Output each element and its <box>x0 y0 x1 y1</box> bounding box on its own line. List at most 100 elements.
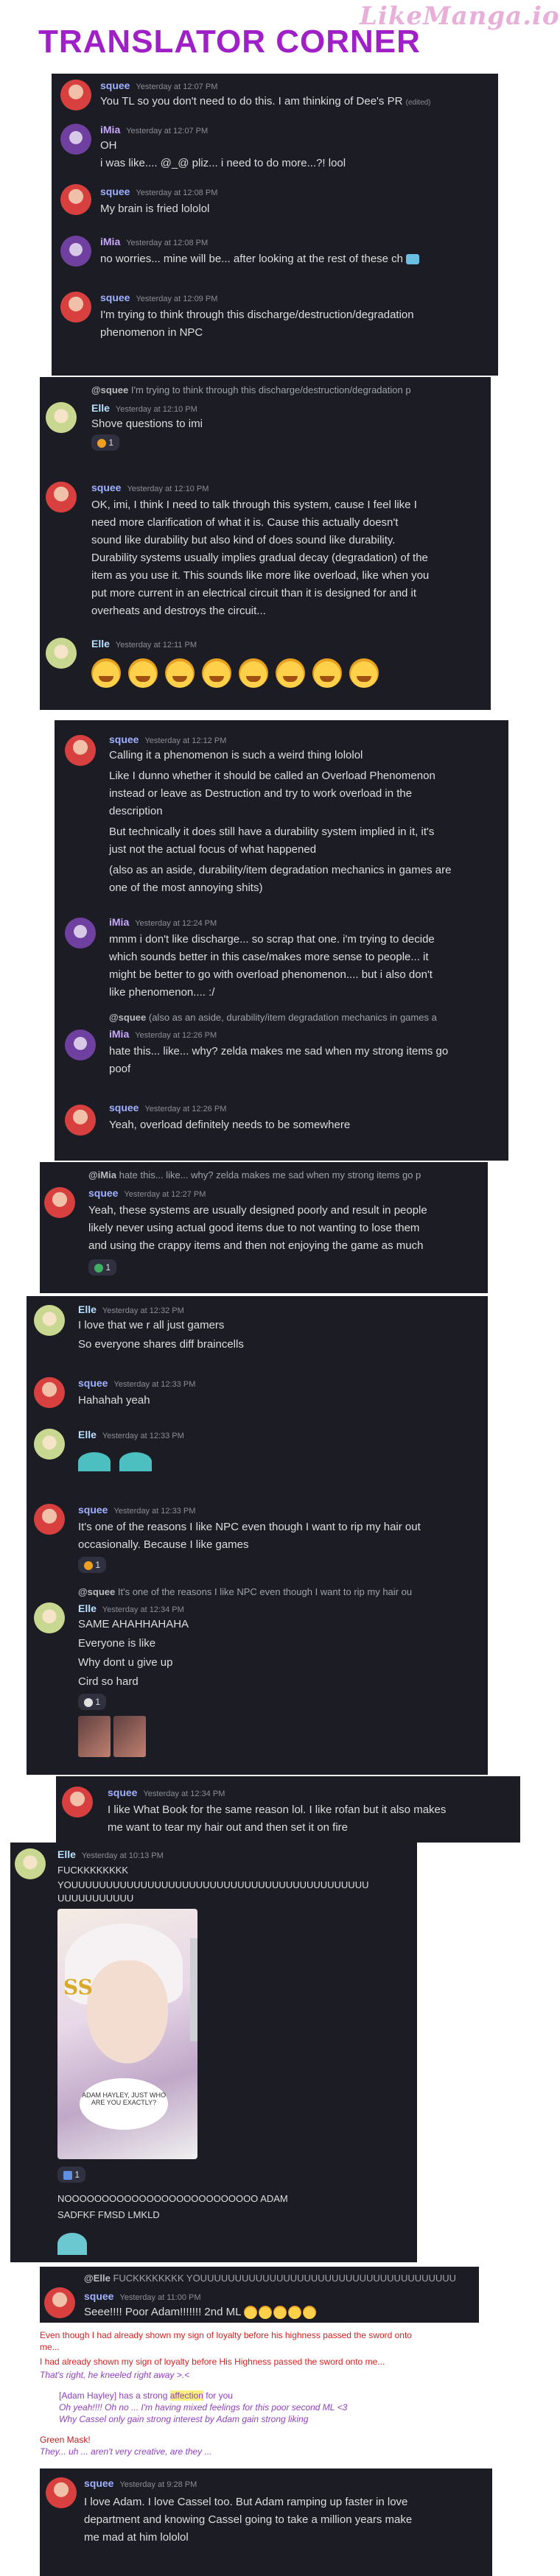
message-text: SAME AHAHHAHAHA <box>78 1618 189 1630</box>
username[interactable]: squee <box>109 733 139 745</box>
crying-face-icon <box>128 658 158 688</box>
avatar[interactable] <box>60 124 91 155</box>
message-text: Yeah, these systems are usually designed… <box>88 1204 427 1217</box>
reply-text: (also as an aside, durability/item degra… <box>148 1012 437 1023</box>
username[interactable]: squee <box>108 1787 137 1798</box>
username[interactable]: Elle <box>78 1602 97 1614</box>
username[interactable]: Elle <box>78 1303 97 1315</box>
avatar[interactable] <box>60 236 91 267</box>
avatar[interactable] <box>34 1504 65 1535</box>
crying-face-icon <box>273 2306 287 2320</box>
manga-image-attachment[interactable]: SS ADAM HAYLEY, JUST WHO ARE YOU EXACTLY… <box>57 1909 197 2159</box>
avatar[interactable] <box>62 1787 93 1817</box>
message-text: I love Adam. I love Cassel too. But Adam… <box>84 2496 408 2508</box>
leaf-icon <box>94 1263 103 1273</box>
username[interactable]: squee <box>100 80 130 91</box>
avatar[interactable] <box>46 2477 77 2508</box>
hand-icon <box>84 1697 93 1707</box>
reply-preview[interactable]: @squee I'm trying to think through this … <box>91 384 489 395</box>
message-text: I like What Book for the same reason lol… <box>108 1803 447 1816</box>
avatar[interactable] <box>65 735 96 766</box>
avatar[interactable] <box>44 2287 75 2318</box>
speech-bubble: ADAM HAYLEY, JUST WHO ARE YOU EXACTLY? <box>80 2078 168 2130</box>
reply-preview[interactable]: @squee (also as an aside, durability/ite… <box>109 1012 500 1023</box>
image-attachment[interactable] <box>78 1716 111 1757</box>
message-text: Hahahah yeah <box>78 1394 150 1407</box>
message-text: need more clarification of what it is. C… <box>91 516 399 529</box>
username[interactable]: Elle <box>91 402 110 414</box>
username[interactable]: squee <box>100 186 130 197</box>
crying-face-icon <box>288 2306 302 2320</box>
message-text: poof <box>109 1063 131 1075</box>
message-text: It's one of the reasons I like NPC even … <box>78 1521 421 1533</box>
username[interactable]: squee <box>84 2290 113 2302</box>
reply-preview[interactable]: @squee It's one of the reasons I like NP… <box>78 1586 483 1597</box>
avatar[interactable] <box>46 482 77 513</box>
username[interactable]: squee <box>100 292 130 303</box>
message-text: might be better to go with overload phen… <box>109 968 433 981</box>
message-text: You TL so you don't need to do this. I a… <box>100 95 403 108</box>
reaction-chip[interactable]: 1 <box>78 1557 107 1573</box>
avatar[interactable] <box>46 402 77 433</box>
reaction-count: 1 <box>95 1560 101 1570</box>
reaction-chip[interactable]: 1 <box>91 434 120 451</box>
message-text: But technically it does still have a dur… <box>109 826 435 838</box>
message-text: phenomenon in NPC <box>100 326 203 339</box>
message-text: like phenomenon.... :/ <box>109 986 215 999</box>
reaction-chip[interactable]: 1 <box>57 2167 86 2183</box>
username[interactable]: iMia <box>109 916 129 928</box>
username[interactable]: squee <box>91 482 121 493</box>
avatar[interactable] <box>34 1377 65 1408</box>
reaction-chip[interactable]: 1 <box>78 1694 107 1710</box>
message-text: Shove questions to imi <box>91 418 203 430</box>
avatar[interactable] <box>65 1030 96 1060</box>
avatar[interactable] <box>65 1105 96 1136</box>
username[interactable]: Elle <box>78 1429 97 1440</box>
message-text: occasionally. Because I like games <box>78 1538 249 1551</box>
username[interactable]: squee <box>84 2477 113 2489</box>
reply-preview[interactable]: @Elle FUCKKKKKKKK YOUUUUUUUUUUUUUUUUUUUU… <box>84 2273 475 2284</box>
avatar[interactable] <box>60 292 91 323</box>
username[interactable]: squee <box>109 1102 139 1113</box>
timestamp: Yesterday at 12:33 PM <box>113 1507 196 1516</box>
reply-author: @iMia <box>88 1169 116 1180</box>
avatar[interactable] <box>34 1429 65 1460</box>
reaction-chip[interactable]: 1 <box>88 1259 117 1275</box>
avatar[interactable] <box>60 80 91 110</box>
message-text: OH <box>100 139 117 152</box>
chat-panel-2: @squee I'm trying to think through this … <box>40 377 491 710</box>
message-text: YOUUUUUUUUUUUUUUUUUUUUUUUUUUUUUUUUUUUUUU… <box>57 1879 369 1890</box>
crying-face-icon <box>244 2306 258 2320</box>
novel-text: for you <box>203 2390 233 2401</box>
avatar[interactable] <box>65 918 96 949</box>
reply-preview[interactable]: @iMia hate this... like... why? zelda ma… <box>88 1169 486 1180</box>
crying-face-icon <box>276 658 305 688</box>
avatar[interactable] <box>60 184 91 215</box>
manga-sfx: SS <box>63 1975 93 1999</box>
username[interactable]: iMia <box>109 1028 129 1040</box>
timestamp: Yesterday at 11:00 PM <box>119 2293 201 2302</box>
reply-text: FUCKKKKKKKK YOUUUUUUUUUUUUUUUUUUUUUUUUUU… <box>113 2273 457 2284</box>
username[interactable]: Elle <box>91 638 110 650</box>
emoji-row <box>91 658 386 691</box>
avatar[interactable] <box>34 1602 65 1633</box>
username[interactable]: squee <box>78 1504 108 1516</box>
reply-author: @squee <box>91 384 129 395</box>
image-attachment[interactable] <box>113 1716 146 1757</box>
message-text: item as you use it. This sounds like mor… <box>91 569 430 582</box>
username[interactable]: squee <box>78 1377 108 1389</box>
scrollbar[interactable] <box>190 1938 197 2041</box>
timestamp: Yesterday at 12:24 PM <box>135 919 217 928</box>
username[interactable]: squee <box>88 1187 118 1199</box>
username[interactable]: iMia <box>100 124 120 136</box>
avatar[interactable] <box>34 1305 65 1336</box>
username[interactable]: Elle <box>57 1848 76 1860</box>
timestamp: Yesterday at 12:07 PM <box>126 127 209 136</box>
message-text: likely never using actual good items due… <box>88 1222 420 1234</box>
username[interactable]: iMia <box>100 236 120 247</box>
avatar[interactable] <box>44 1187 75 1218</box>
avatar[interactable] <box>15 1848 46 1879</box>
avatar[interactable] <box>46 638 77 669</box>
timestamp: Yesterday at 12:10 PM <box>127 485 209 493</box>
message-text: no worries... mine will be... after look… <box>100 253 404 265</box>
